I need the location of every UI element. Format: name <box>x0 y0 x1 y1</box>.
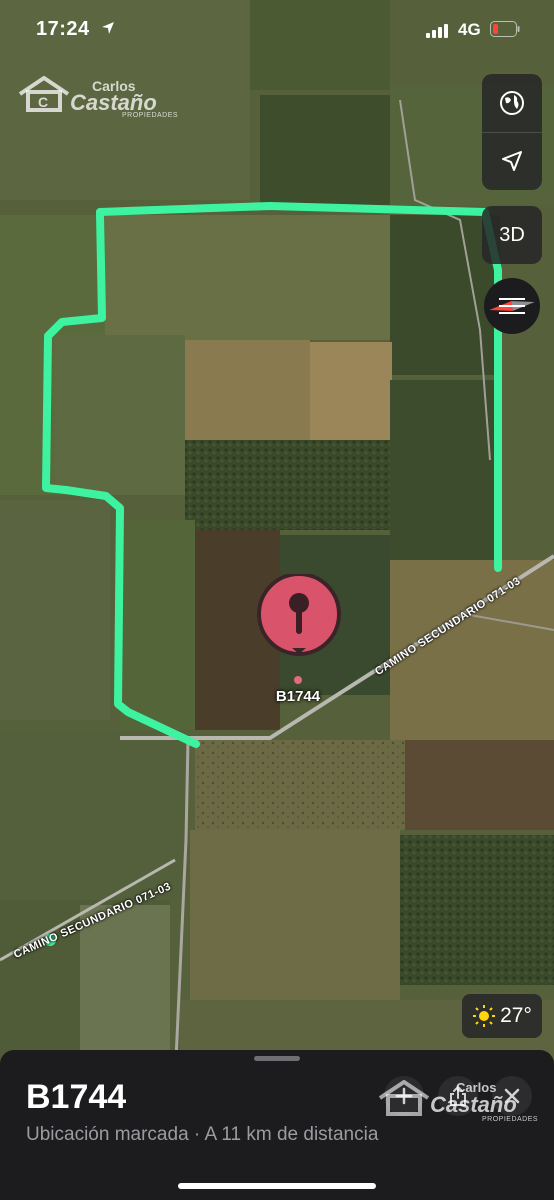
signal-icon <box>426 24 448 38</box>
locate-button[interactable] <box>482 132 542 190</box>
network-type: 4G <box>458 20 481 39</box>
sun-icon <box>473 1005 496 1027</box>
house-icon: C <box>18 76 70 112</box>
3d-button[interactable]: 3D <box>482 206 542 264</box>
status-bar: 17:24 4G <box>0 0 554 60</box>
location-arrow-icon <box>102 22 114 34</box>
weather-badge: 27° <box>462 994 542 1038</box>
map-pin-icon[interactable] <box>256 574 342 660</box>
watermark-line3: PROPIEDADES <box>482 1116 539 1123</box>
globe-button[interactable] <box>482 74 542 132</box>
place-title: B1744 <box>26 1078 127 1116</box>
globe-icon <box>500 91 524 115</box>
map-controls <box>482 74 542 190</box>
place-subtitle: Ubicación marcada · A 11 km de distancia <box>26 1124 379 1145</box>
watermark-line2: Castaño <box>430 1092 517 1117</box>
sheet-grabber[interactable] <box>254 1056 300 1061</box>
satellite-map[interactable] <box>0 0 554 1060</box>
compass-icon[interactable] <box>483 277 541 335</box>
pin-label: B1744 <box>275 688 321 705</box>
pin-dot <box>294 676 302 684</box>
home-indicator[interactable] <box>178 1183 376 1189</box>
place-sheet[interactable]: B1744 Ubicación marcada · A 11 km de dis… <box>0 1050 554 1200</box>
svg-text:C: C <box>38 94 48 110</box>
location-arrow-icon <box>502 151 522 171</box>
status-time: 17:24 <box>36 18 90 40</box>
weather-temperature: 27° <box>500 1004 532 1027</box>
watermark-line3: PROPIEDADES <box>122 112 179 119</box>
battery-icon <box>490 21 520 37</box>
house-icon <box>378 1080 430 1116</box>
